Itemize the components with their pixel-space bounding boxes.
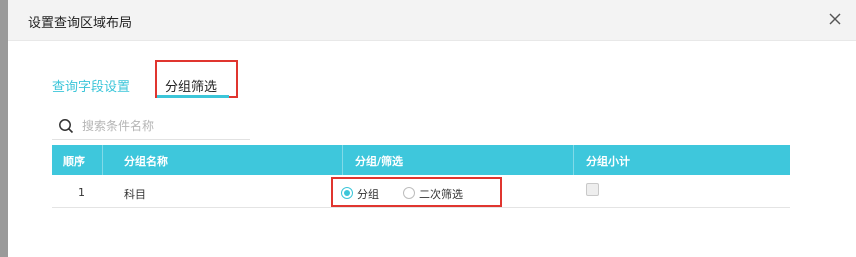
subtotal-checkbox[interactable] — [586, 183, 599, 196]
group-filter-options: 分组 二次筛选 — [331, 177, 502, 207]
search-input[interactable] — [82, 116, 242, 136]
row-group-name: 科目 — [124, 188, 146, 201]
column-divider — [573, 145, 574, 175]
column-header-order: 顺序 — [63, 155, 85, 168]
search-icon — [58, 118, 74, 134]
column-header-group-name: 分组名称 — [124, 155, 168, 168]
column-divider — [342, 145, 343, 175]
group-table: 顺序 分组名称 分组/筛选 分组小计 1 科目 分组 二次筛选 — [52, 145, 790, 208]
radio-secondary-filter[interactable] — [403, 187, 415, 199]
tab-group-filter-label: 分组筛选 — [165, 80, 218, 95]
dialog: 设置查询区域布局 查询字段设置 分组筛选 顺序 分组名称 — [8, 0, 856, 257]
column-divider — [102, 145, 103, 175]
radio-group[interactable] — [341, 187, 353, 199]
column-header-group-subtotal: 分组小计 — [586, 155, 630, 168]
radio-group-label[interactable]: 分组 — [357, 186, 379, 202]
tab-query-field-settings[interactable]: 查询字段设置 — [52, 76, 130, 95]
search-bar — [52, 112, 250, 140]
column-header-group-filter: 分组/筛选 — [355, 155, 404, 168]
radio-secondary-filter-label[interactable]: 二次筛选 — [419, 186, 463, 202]
dialog-title: 设置查询区域布局 — [28, 16, 133, 31]
table-row: 1 科目 分组 二次筛选 — [52, 175, 790, 208]
dialog-titlebar: 设置查询区域布局 — [8, 0, 856, 41]
table-header: 顺序 分组名称 分组/筛选 分组小计 — [52, 145, 790, 175]
backdrop-edge — [0, 0, 8, 257]
row-order: 1 — [78, 186, 85, 199]
active-tab-indicator — [157, 95, 229, 98]
tab-group-filter[interactable]: 分组筛选 — [155, 60, 238, 98]
close-icon[interactable] — [826, 10, 844, 28]
